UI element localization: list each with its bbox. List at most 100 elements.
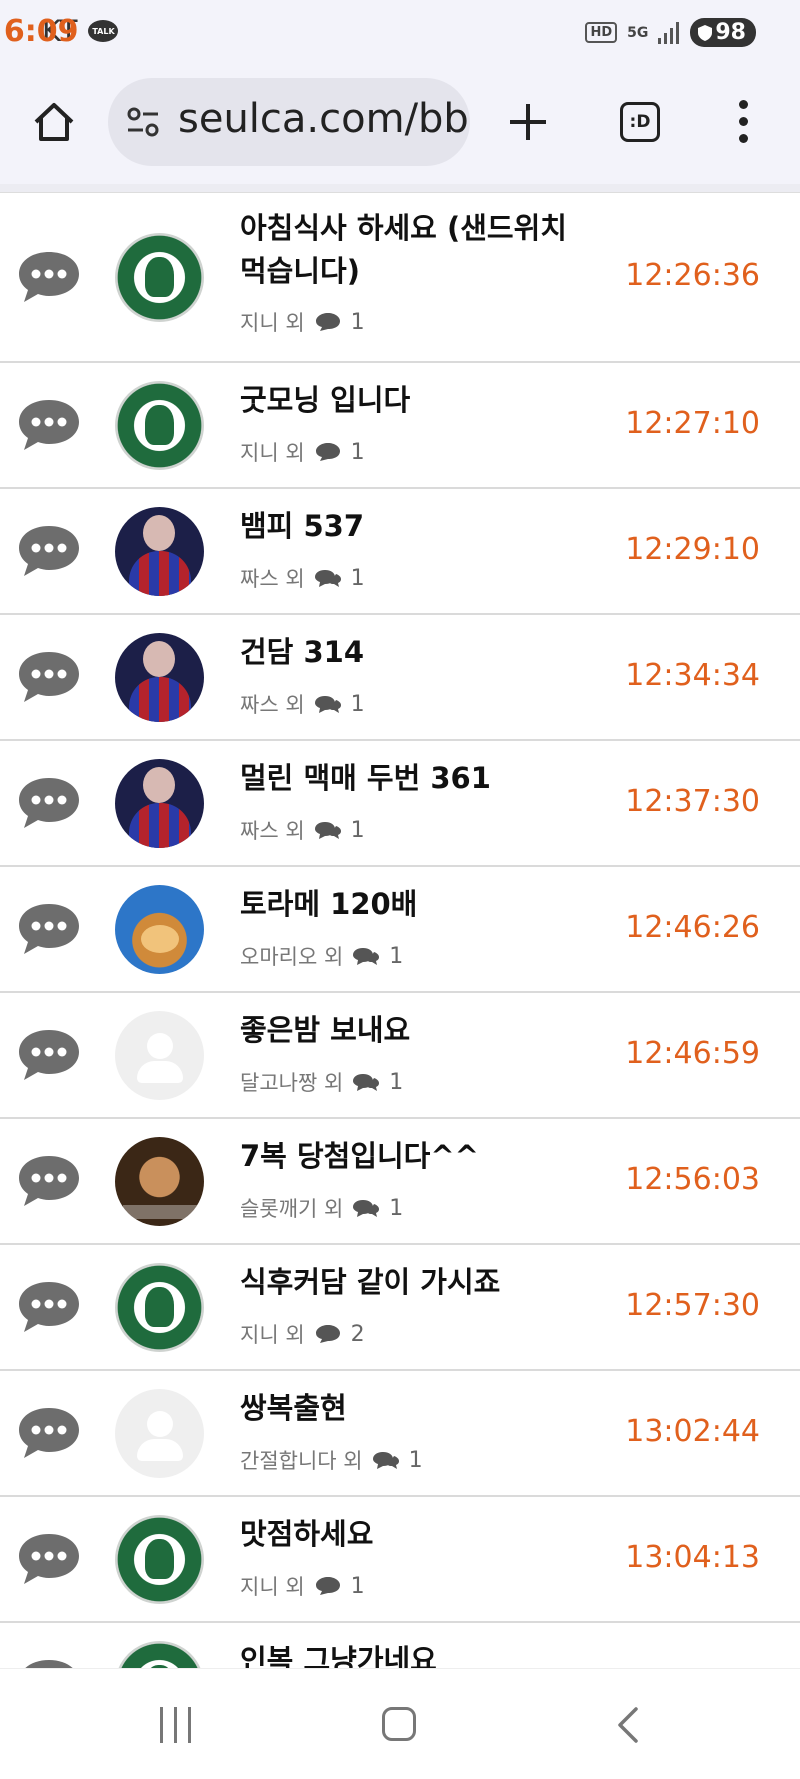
comment-icon <box>314 696 341 713</box>
avatar[interactable] <box>115 1137 204 1226</box>
comment-icon <box>315 313 340 331</box>
post-time: 12:26:36 <box>625 258 760 293</box>
post-row[interactable]: 토라메 120배오마리오 외 1 12:46:26 <box>0 867 800 993</box>
avatar[interactable] <box>115 885 204 974</box>
browser-toolbar: seulca.com/bbs :D <box>0 72 800 184</box>
post-author: 지니 외 <box>240 1575 305 1599</box>
comment-icon <box>353 1200 380 1217</box>
post-meta: 슬롯깨기 외 1 <box>240 1193 403 1223</box>
post-meta: 지니 외 1 <box>240 437 365 467</box>
post-row[interactable]: 좋은밤 보내요달고나짱 외 1 12:46:59 <box>0 993 800 1119</box>
post-author: 간절합니다 외 <box>240 1449 363 1473</box>
post-title[interactable]: 맛점하세요 <box>240 1513 600 1556</box>
comment-count: 1 <box>389 1069 404 1095</box>
avatar[interactable] <box>115 759 204 848</box>
toolbar-divider <box>0 184 800 193</box>
avatar[interactable] <box>115 381 204 470</box>
comment-icon <box>315 443 340 461</box>
post-time: 12:46:59 <box>625 1036 760 1071</box>
comment-count: 1 <box>350 439 365 465</box>
post-title[interactable]: 건담 314 <box>240 631 600 674</box>
avatar[interactable] <box>115 1263 204 1352</box>
post-row[interactable]: 건담 314 짜스 외 1 12:34:34 <box>0 615 800 741</box>
post-meta: 짜스 외 1 <box>240 563 365 593</box>
post-title[interactable]: 뱀피 537 <box>240 505 600 548</box>
post-meta: 오마리오 외 1 <box>240 941 403 971</box>
comment-count: 1 <box>350 817 365 843</box>
comment-icon <box>372 1452 399 1469</box>
back-icon[interactable] <box>610 1705 646 1745</box>
avatar[interactable] <box>115 1389 204 1478</box>
post-title[interactable]: 멀린 맥매 두번 361 <box>240 757 600 800</box>
avatar[interactable] <box>115 507 204 596</box>
comment-count: 1 <box>389 943 404 969</box>
battery-level: 98 <box>715 20 746 45</box>
avatar[interactable] <box>115 1515 204 1604</box>
nav-home-icon[interactable] <box>382 1707 416 1741</box>
address-bar[interactable]: seulca.com/bbs <box>108 78 470 166</box>
chat-bubble-icon <box>19 1156 79 1206</box>
post-row[interactable]: 멀린 맥매 두번 361 짜스 외 1 12:37:30 <box>0 741 800 867</box>
post-row[interactable]: 굿모닝 입니다 지니 외 1 12:27:10 <box>0 363 800 489</box>
post-title[interactable]: 토라메 120배 <box>240 883 600 926</box>
comment-icon <box>315 1325 340 1343</box>
avatar[interactable] <box>115 233 204 322</box>
post-author: 지니 외 <box>240 311 305 335</box>
avatar[interactable] <box>115 1011 204 1100</box>
plus-icon[interactable] <box>504 98 552 146</box>
post-title[interactable]: 좋은밤 보내요 <box>240 1009 600 1052</box>
comment-count: 1 <box>350 1573 365 1599</box>
chat-bubble-icon <box>19 252 79 302</box>
post-row[interactable]: 7복 당첨입니다^^ 슬롯깨기 외 1 12:56:03 <box>0 1119 800 1245</box>
kebab-menu-icon[interactable] <box>734 98 754 146</box>
post-row[interactable]: 뱀피 537 짜스 외 1 12:29:10 <box>0 489 800 615</box>
post-title[interactable]: 인복 그냥가네요 <box>240 1639 600 1668</box>
post-time: 13:04:13 <box>625 1540 760 1575</box>
recent-apps-icon[interactable] <box>158 1707 194 1743</box>
tab-switcher-button[interactable]: :D <box>620 102 660 142</box>
chat-bubble-icon <box>19 1408 79 1458</box>
post-meta: 달고나짱 외 1 <box>240 1067 403 1097</box>
shield-icon <box>698 24 713 41</box>
comment-icon <box>353 1074 380 1091</box>
status-bar: KT 6:09 TALK HD 5G 98 <box>0 0 800 72</box>
post-title[interactable]: 쌍복출현 <box>240 1387 600 1430</box>
comment-icon <box>315 1577 340 1595</box>
post-list: 아침식사 하세요 (샌드위치 먹습니다) 지니 외 1 12:26:36 굿모닝 입니다… <box>0 193 800 1668</box>
chat-bubble-icon <box>25 1660 73 1668</box>
post-row[interactable]: 맛점하세요지니 외 1 13:04:13 <box>0 1497 800 1623</box>
avatar[interactable] <box>115 1641 204 1668</box>
post-title[interactable]: 아침식사 하세요 (샌드위치 먹습니다) <box>240 207 600 293</box>
comment-icon <box>314 822 341 839</box>
post-title[interactable]: 7복 당첨입니다^^ <box>240 1135 600 1178</box>
avatar[interactable] <box>115 633 204 722</box>
clock: 6:09 <box>3 13 79 49</box>
system-nav-bar <box>0 1668 800 1779</box>
url-text[interactable]: seulca.com/bbs <box>178 96 470 142</box>
site-info-icon[interactable] <box>126 106 160 138</box>
chat-bubble-icon <box>19 778 79 828</box>
post-author: 짜스 외 <box>240 567 305 591</box>
post-row[interactable]: 인복 그냥가네요 <box>0 1623 800 1668</box>
chat-bubble-icon <box>19 1282 79 1332</box>
post-meta: 지니 외 1 <box>240 307 365 337</box>
post-time: 12:37:30 <box>625 784 760 819</box>
post-row[interactable]: 쌍복출현 간절합니다 외 1 13:02:44 <box>0 1371 800 1497</box>
post-time: 12:46:26 <box>625 910 760 945</box>
battery-indicator: 98 <box>690 18 756 47</box>
status-left: KT 6:09 TALK <box>4 14 119 49</box>
chat-bubble-icon <box>19 904 79 954</box>
post-row[interactable]: 아침식사 하세요 (샌드위치 먹습니다) 지니 외 1 12:26:36 <box>0 193 800 363</box>
post-title[interactable]: 식후커담 같이 가시죠 <box>240 1261 600 1304</box>
post-row[interactable]: 식후커담 같이 가시죠 지니 외 2 12:57:30 <box>0 1245 800 1371</box>
signal-icon <box>658 21 680 44</box>
post-time: 12:29:10 <box>625 532 760 567</box>
hd-voice-icon: HD <box>585 22 618 43</box>
home-icon[interactable] <box>30 98 78 146</box>
post-time: 13:02:44 <box>625 1414 760 1449</box>
comment-count: 1 <box>350 565 365 591</box>
post-time: 12:34:34 <box>625 658 760 693</box>
post-title[interactable]: 굿모닝 입니다 <box>240 379 600 422</box>
comment-icon <box>314 570 341 587</box>
post-meta: 지니 외 2 <box>240 1319 365 1349</box>
